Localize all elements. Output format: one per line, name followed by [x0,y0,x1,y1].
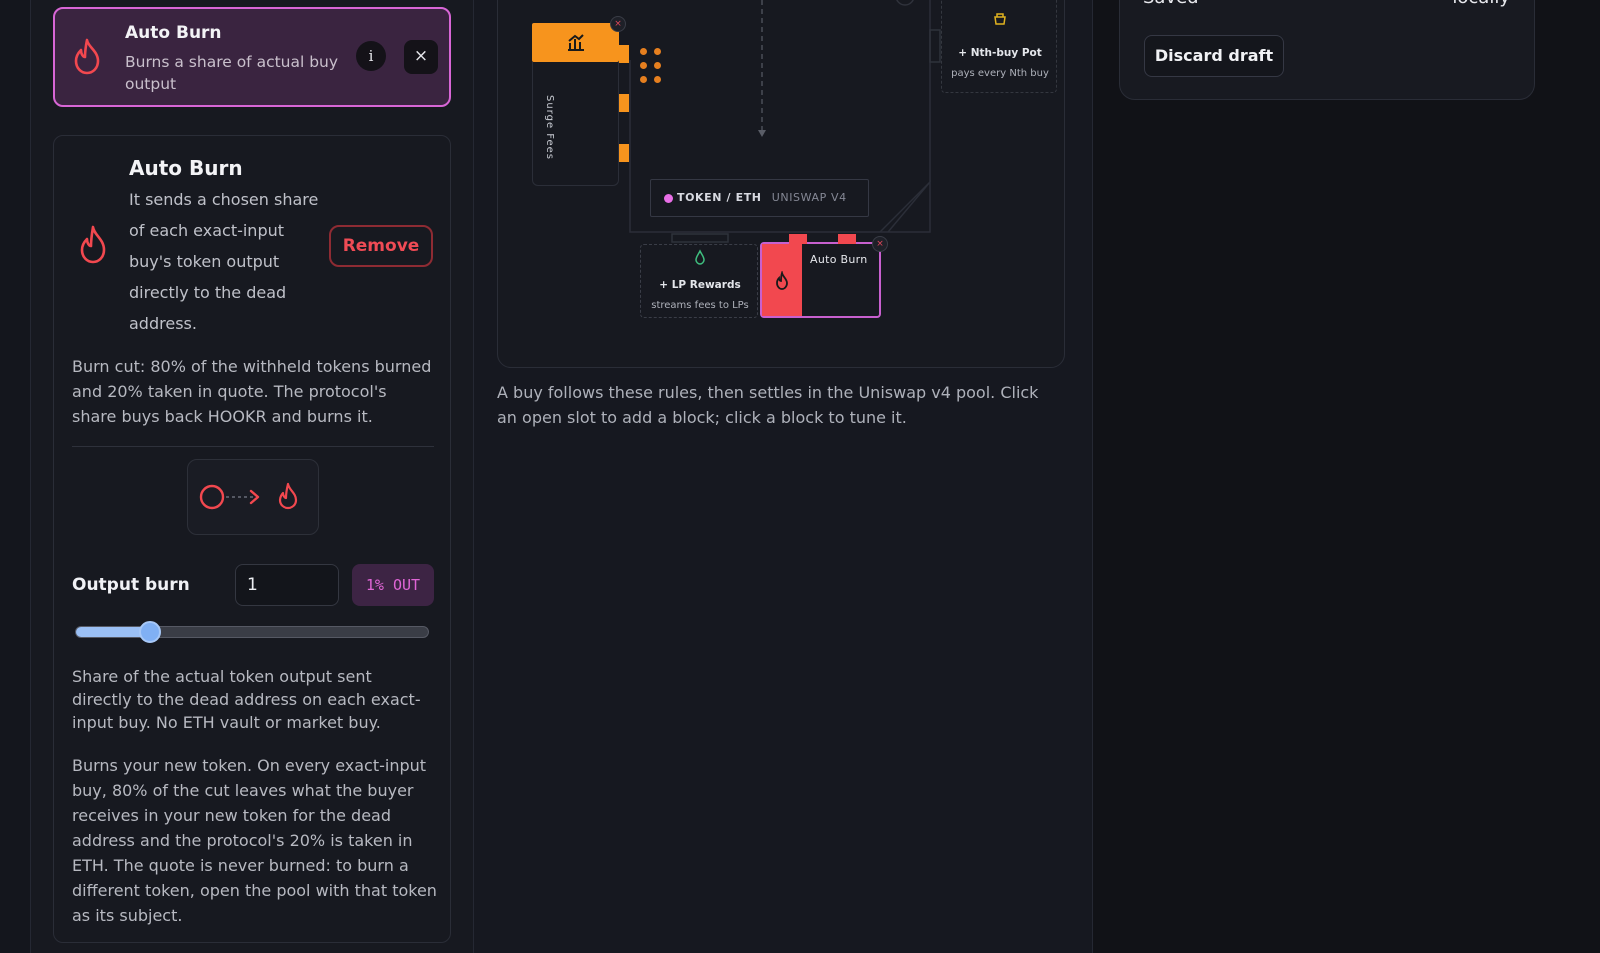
auto-burn-block[interactable]: Auto Burn [760,234,881,318]
draft-card: Saved locally Discard draft [1119,0,1535,100]
pool-name: UNISWAP V4 [771,191,847,204]
auto-burn-label: Auto Burn [810,253,868,266]
pot-icon [993,11,1007,30]
flame-icon [774,269,790,295]
chart-icon [566,32,586,56]
saved-status: Saved [1143,0,1199,8]
lp-rewards-label: + LP Rewards [659,279,741,291]
token-pair: TOKEN / ETH [677,191,762,204]
discard-draft-button[interactable]: Discard draft [1144,35,1284,77]
drag-handle-icon[interactable] [640,48,664,86]
canvas-caption: A buy follows these rules, then settles … [497,383,1039,427]
port [789,234,807,244]
canvas-wiring [629,0,941,243]
port [838,234,856,244]
port [619,45,629,63]
saved-location: locally [1452,0,1510,8]
lp-rewards-sub: streams fees to LPs [651,300,749,311]
pool-pill: TOKEN / ETH UNISWAP V4 [650,179,869,217]
nth-buy-pot-label: + Nth-buy Pot [958,47,1042,59]
nth-buy-pot-slot[interactable]: + Nth-buy Pot pays every Nth buy [941,0,1057,93]
droplet-icon [693,249,707,269]
lp-rewards-slot[interactable]: + LP Rewards streams fees to LPs [640,244,758,318]
nth-buy-pot-sub: pays every Nth buy [951,68,1049,79]
surge-fees-block-header[interactable] [532,23,619,62]
port [619,144,629,162]
remove-auto-burn-icon[interactable]: × [872,236,888,252]
remove-surge-icon[interactable]: × [610,16,626,32]
port [619,94,629,112]
surge-fees-label: Surge Fees [544,95,555,161]
pool-dot [664,194,673,203]
